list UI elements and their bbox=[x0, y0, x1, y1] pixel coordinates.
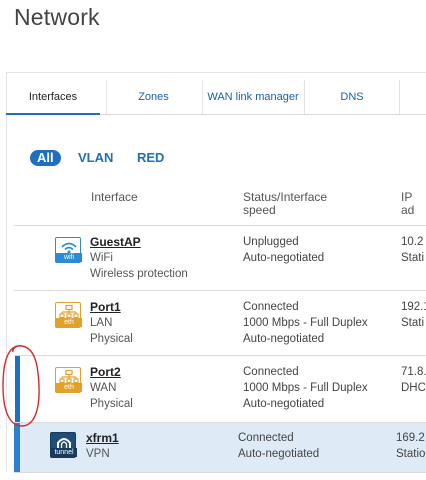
tunnel-icon: tunnel bbox=[50, 432, 77, 458]
wifi-icon: wifi bbox=[55, 237, 82, 263]
table-row[interactable]: wifi GuestAP WiFi Wireless protection Un… bbox=[14, 226, 426, 290]
interface-name-link[interactable]: xfrm1 bbox=[86, 430, 119, 446]
status-text: Unplugged bbox=[243, 236, 299, 248]
speed-text: Auto-negotiated bbox=[238, 448, 320, 460]
interface-name-link[interactable]: Port2 bbox=[90, 364, 121, 380]
status-text: Connected bbox=[243, 366, 299, 378]
icon-caption: wifi bbox=[56, 253, 82, 262]
tab-separator bbox=[399, 80, 400, 114]
status-text: Connected bbox=[243, 301, 299, 313]
column-header-status[interactable]: Status/Interface speed bbox=[243, 191, 363, 217]
ethernet-icon: eth bbox=[55, 367, 82, 393]
icon-caption: tunnel bbox=[51, 448, 77, 457]
interface-type: WAN bbox=[90, 382, 117, 394]
ip-address: 169.2 bbox=[396, 432, 425, 444]
speed-text: Auto-negotiated bbox=[243, 252, 325, 264]
interface-type: VPN bbox=[86, 448, 110, 460]
filter-vlan[interactable]: VLAN bbox=[78, 149, 113, 167]
status-text: Connected bbox=[238, 432, 294, 444]
annotation-highlight-circle bbox=[2, 345, 40, 427]
header-divider bbox=[6, 72, 426, 73]
tab-dns[interactable]: DNS bbox=[305, 80, 399, 114]
speed-text: 1000 Mbps - Full Duplex bbox=[243, 382, 368, 394]
speed-text: 1000 Mbps - Full Duplex bbox=[243, 317, 368, 329]
column-header-interface[interactable]: Interface bbox=[91, 191, 138, 204]
ethernet-icon: eth bbox=[55, 302, 82, 328]
interface-detail: Physical bbox=[90, 333, 133, 345]
interface-name-link[interactable]: GuestAP bbox=[90, 234, 141, 250]
ip-mode: DHC bbox=[401, 382, 426, 394]
negotiation-text: Auto-negotiated bbox=[243, 398, 325, 410]
tab-interfaces[interactable]: Interfaces bbox=[6, 80, 100, 115]
icon-caption: eth bbox=[56, 383, 82, 392]
ip-mode: Statio bbox=[396, 448, 426, 460]
interface-type: WiFi bbox=[90, 252, 113, 264]
interface-detail: Wireless protection bbox=[90, 268, 188, 280]
negotiation-text: Auto-negotiated bbox=[243, 333, 325, 345]
row-divider bbox=[14, 472, 426, 473]
table-row-selected[interactable]: tunnel xfrm1 VPN Connected Auto-negotiat… bbox=[14, 423, 426, 472]
interface-detail: Physical bbox=[90, 398, 133, 410]
interface-type: LAN bbox=[90, 317, 113, 329]
page-title: Network bbox=[14, 4, 100, 30]
filter-red[interactable]: RED bbox=[137, 149, 164, 167]
tab-zones[interactable]: Zones bbox=[107, 80, 200, 114]
filter-all[interactable]: All bbox=[30, 150, 61, 166]
column-header-ip[interactable]: IP ad bbox=[401, 191, 426, 217]
tab-wan-link-manager[interactable]: WAN link manager bbox=[203, 80, 303, 114]
table-row[interactable]: eth Port1 LAN Physical Connected 1000 Mb… bbox=[14, 291, 426, 355]
tab-bar: Interfaces Zones WAN link manager DNS bbox=[6, 80, 426, 115]
ip-address: 71.8. bbox=[401, 366, 426, 378]
ip-address: 192.1 bbox=[401, 301, 426, 313]
ip-mode: Stati bbox=[401, 252, 425, 264]
ip-address: 10.2 bbox=[401, 236, 424, 248]
icon-caption: eth bbox=[56, 318, 82, 327]
interface-name-link[interactable]: Port1 bbox=[90, 299, 121, 315]
ip-mode: Stati bbox=[401, 317, 425, 329]
table-row[interactable]: eth Port2 WAN Physical Connected 1000 Mb… bbox=[14, 356, 426, 422]
